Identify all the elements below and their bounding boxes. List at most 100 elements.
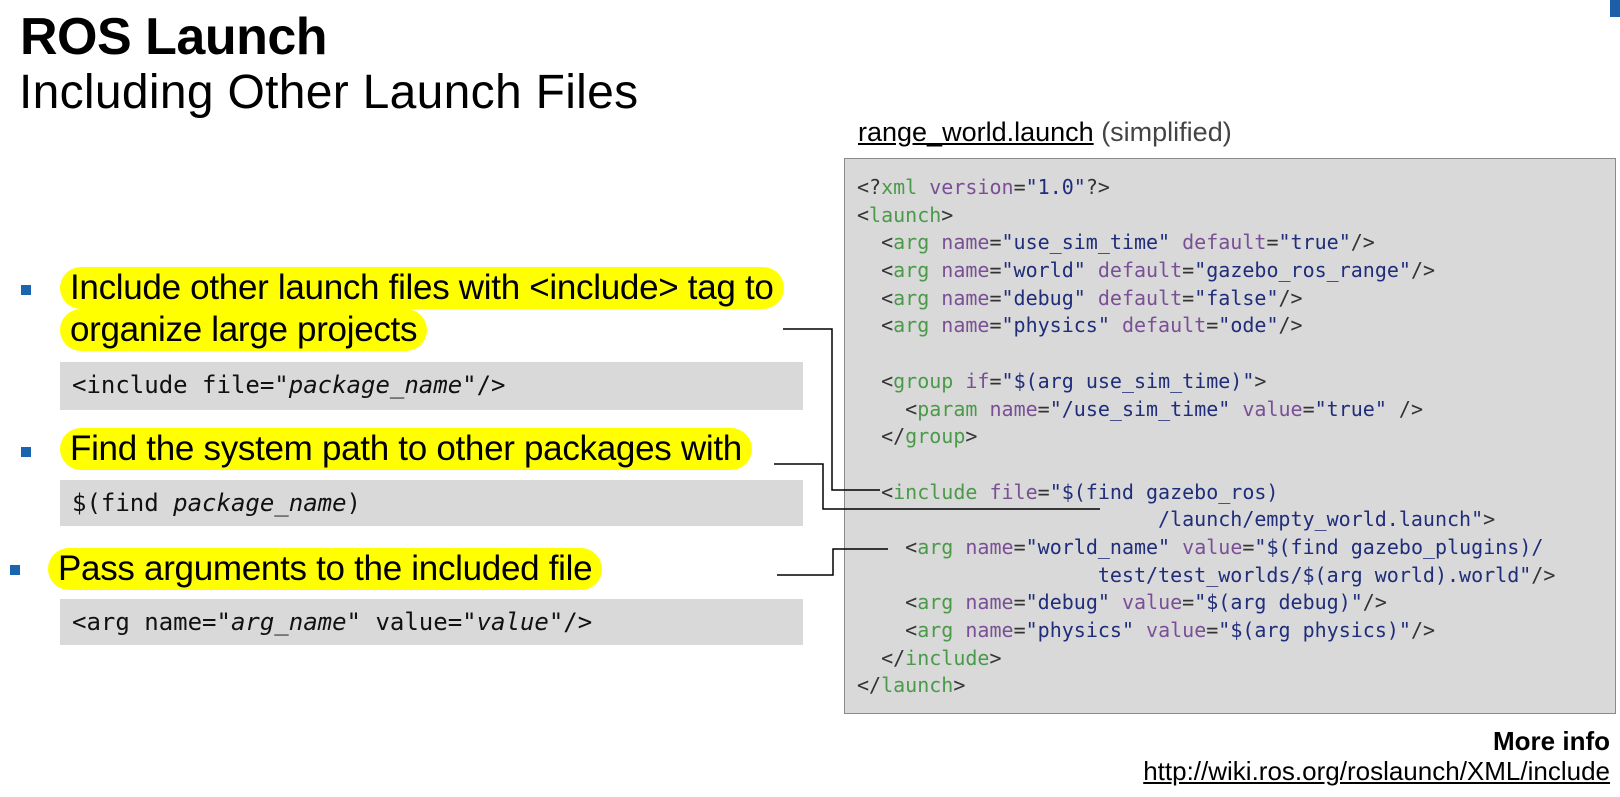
xml-tag-name: include <box>905 645 990 670</box>
xml-tag-name: param <box>917 396 978 421</box>
xml-attribute-name: name <box>965 618 1014 642</box>
xml-punctuation: </ <box>857 673 882 698</box>
code-line: <param name="/use_sim_time" value="true"… <box>857 396 1555 424</box>
xml-punctuation <box>1134 618 1146 642</box>
xml-string: "$(arg use_sim_time)" <box>1001 368 1255 393</box>
xml-punctuation: /> <box>1350 230 1375 255</box>
page-subtitle: Including Other Launch Files <box>19 66 639 119</box>
example-file-note: (simplified) <box>1101 117 1232 147</box>
code-line: /launch/empty_world.launch"> <box>857 506 1555 534</box>
code-line: <include file="$(find gazebo_ros) <box>857 479 1555 507</box>
xml-punctuation: = <box>1013 618 1026 642</box>
code-text: " value=" <box>346 608 477 636</box>
xml-string: /launch/empty_world.launch" <box>857 507 1484 532</box>
xml-string: "physics" <box>1001 313 1110 338</box>
xml-attribute-name: value <box>1242 396 1303 421</box>
xml-punctuation: < <box>857 230 894 255</box>
code-placeholder: arg_name <box>230 608 347 636</box>
xml-punctuation <box>953 369 965 393</box>
xml-tag-name: arg <box>917 534 954 559</box>
code-text: "/> <box>462 371 506 399</box>
code-line: </include> <box>857 645 1555 673</box>
xml-punctuation <box>977 397 989 421</box>
xml-string: "false" <box>1194 285 1279 310</box>
xml-tag-name: xml <box>881 175 918 199</box>
xml-punctuation: = <box>989 313 1002 338</box>
xml-punctuation: < <box>857 202 870 227</box>
code-line: <group if="$(arg use_sim_time)"> <box>857 368 1555 396</box>
xml-attribute-name: default <box>1097 258 1183 283</box>
xml-string: "$(arg physics)" <box>1218 618 1411 642</box>
example-file-name: range_world.launch <box>858 117 1094 147</box>
xml-tag-name: include <box>893 479 978 504</box>
xml-string: "gazebo_ros_range" <box>1194 258 1411 283</box>
xml-string: "$(arg debug)" <box>1194 590 1363 615</box>
code-sample: $(find package_name) <box>60 480 803 526</box>
xml-tag-name: arg <box>893 258 930 283</box>
code-line: <arg name="physics" default="ode"/> <box>857 312 1555 340</box>
xml-attribute-name: version <box>929 175 1014 199</box>
more-info-label: More info <box>1493 726 1610 756</box>
code-placeholder: package_name <box>173 489 347 517</box>
more-info-link[interactable]: http://wiki.ros.org/roslaunch/XML/includ… <box>1143 756 1610 787</box>
xml-punctuation: < <box>857 313 894 338</box>
xml-string: "debug" <box>1025 590 1110 615</box>
xml-attribute-name: name <box>965 590 1014 615</box>
xml-punctuation <box>1086 286 1098 310</box>
xml-punctuation: = <box>1182 258 1195 283</box>
xml-punctuation: < <box>857 368 894 393</box>
xml-tag-name: launch <box>881 673 954 698</box>
xml-punctuation: = <box>1242 534 1255 559</box>
highlighted-bullet-text: organize large projects <box>60 309 428 351</box>
xml-string: "true" <box>1314 396 1387 421</box>
xml-punctuation <box>929 313 941 337</box>
xml-punctuation: = <box>1266 230 1279 255</box>
code-line: <arg name="debug" value="$(arg debug)"/> <box>857 589 1555 617</box>
xml-string: "/use_sim_time" <box>1049 396 1231 421</box>
code-text: "/> <box>548 608 593 636</box>
highlighted-bullet-text: Pass arguments to the included file <box>48 548 603 590</box>
xml-punctuation: </ <box>857 424 906 449</box>
page-title: ROS Launch <box>20 8 328 66</box>
xml-punctuation: </ <box>857 645 906 670</box>
xml-punctuation: /> <box>1531 562 1556 587</box>
code-line: </launch> <box>857 672 1555 700</box>
xml-tag-name: group <box>893 368 954 393</box>
code-line: </group> <box>857 423 1555 451</box>
code-text: <include file=" <box>72 371 289 399</box>
xml-punctuation <box>929 258 941 282</box>
xml-punctuation <box>953 535 965 559</box>
xml-attribute-name: name <box>941 258 990 283</box>
launch-file-code: <?xml version="1.0"?> <launch> <arg name=… <box>857 174 1555 700</box>
xml-string: "$(find gazebo_plugins)/ <box>1254 534 1544 559</box>
xml-punctuation: = <box>1013 534 1026 559</box>
bullet-marker <box>21 447 31 457</box>
xml-punctuation: < <box>857 590 918 615</box>
xml-punctuation <box>1170 535 1182 559</box>
xml-punctuation <box>1170 230 1182 254</box>
xml-string: "$(find gazebo_ros) <box>1049 479 1279 504</box>
xml-punctuation <box>977 480 989 504</box>
xml-attribute-name: if <box>965 368 990 393</box>
xml-punctuation: = <box>989 285 1002 310</box>
xml-punctuation: = <box>989 230 1002 255</box>
code-line: <arg name="physics" value="$(arg physics… <box>857 617 1555 645</box>
xml-punctuation: < <box>857 285 894 310</box>
bullet-marker <box>10 565 20 575</box>
xml-punctuation: < <box>857 396 918 421</box>
xml-punctuation <box>1230 397 1242 421</box>
xml-attribute-name: default <box>1097 285 1183 310</box>
xml-punctuation: = <box>989 258 1002 283</box>
xml-string: "use_sim_time" <box>1001 230 1171 255</box>
code-line: <arg name="debug" default="false"/> <box>857 285 1555 313</box>
xml-tag-name: arg <box>893 230 930 255</box>
xml-punctuation: /> <box>1410 258 1436 283</box>
xml-string: "debug" <box>1001 285 1086 310</box>
xml-punctuation: <? <box>857 175 882 199</box>
xml-punctuation: = <box>1182 590 1195 615</box>
code-line: <arg name="world_name" value="$(find gaz… <box>857 534 1555 562</box>
xml-tag-name: group <box>905 424 966 449</box>
xml-punctuation <box>929 286 941 310</box>
code-line: test/test_worlds/$(arg world).world"/> <box>857 562 1556 590</box>
